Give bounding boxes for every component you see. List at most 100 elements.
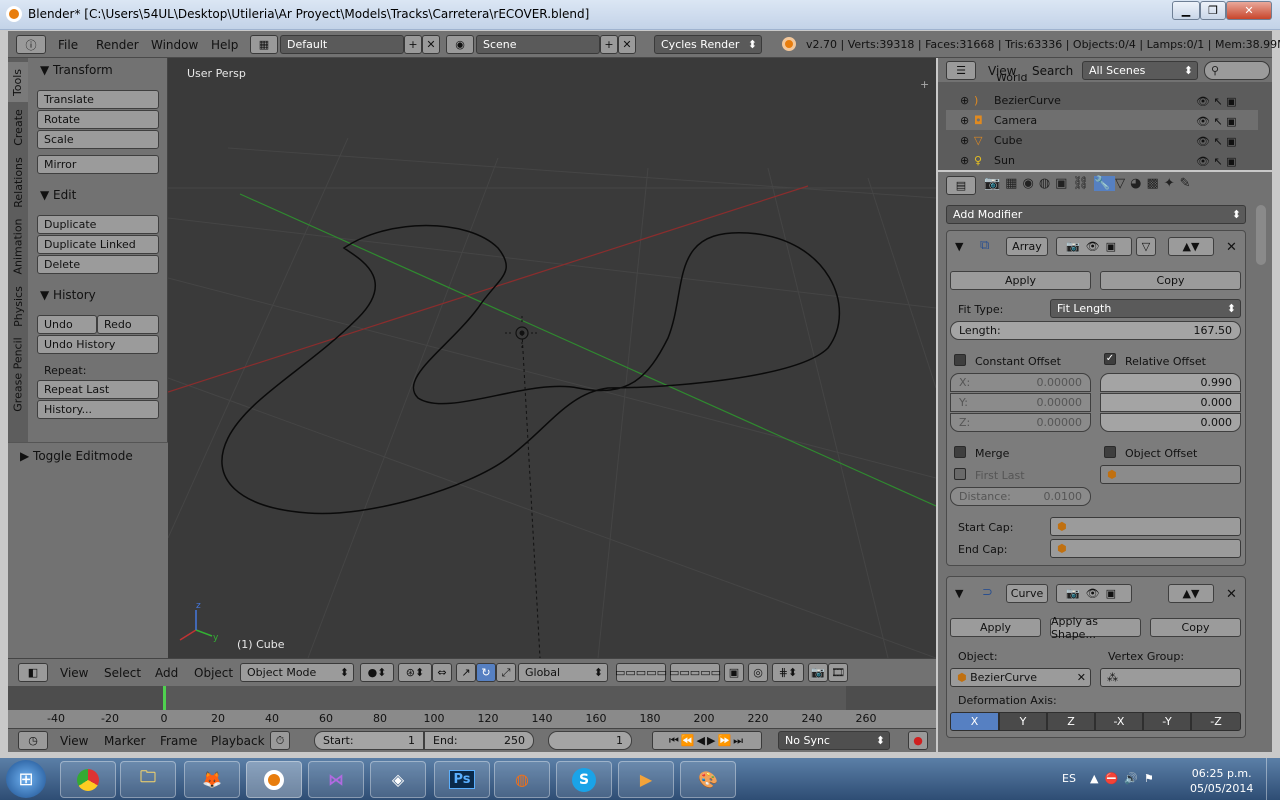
tray-icons[interactable]: ▲⛔🔊⚑ xyxy=(1090,772,1160,785)
sync-select[interactable]: No Sync ⬍ xyxy=(778,731,890,750)
redo-button[interactable]: Redo xyxy=(97,315,159,334)
properties-scrollbar[interactable] xyxy=(1256,205,1266,265)
menu-window[interactable]: Window xyxy=(151,38,198,52)
axis-neg-y-button[interactable]: -Y xyxy=(1143,712,1191,731)
blender-taskbar-icon[interactable] xyxy=(246,761,302,798)
mode-select[interactable]: Object Mode ⬍ xyxy=(240,663,354,682)
expand-icon[interactable]: ⊕ xyxy=(960,134,974,147)
axis-neg-x-button[interactable]: -X xyxy=(1095,712,1143,731)
menu-playback[interactable]: Playback xyxy=(211,734,265,748)
current-frame-cursor[interactable] xyxy=(163,686,166,710)
duplicate-button[interactable]: Duplicate xyxy=(37,215,159,234)
maximize-button[interactable]: ❐ xyxy=(1200,1,1226,20)
timeline[interactable]: -40 -20 0 20 40 60 80 100 120 140 160 180 200 220 240 2… xyxy=(8,686,936,728)
scale-button[interactable]: Scale xyxy=(37,130,159,149)
axis-neg-z-button[interactable]: -Z xyxy=(1191,712,1241,731)
menu-render[interactable]: Render xyxy=(96,38,139,52)
modifier-tab-wrench-icon[interactable]: 🔧 xyxy=(1093,176,1116,191)
3d-viewport[interactable]: z y User Persp (1) Cube + xyxy=(168,58,936,658)
outliner-row-world[interactable]: World xyxy=(946,74,1258,84)
array-move-updown[interactable]: ▲▼ xyxy=(1168,237,1214,256)
curve-name-field[interactable]: Curve xyxy=(1006,584,1048,603)
language-indicator[interactable]: ES xyxy=(1062,772,1076,785)
vertex-group-field[interactable]: ⁂ xyxy=(1100,668,1241,687)
curve-object-field[interactable]: ⬢ BezierCurve ✕ xyxy=(950,668,1091,687)
tab-relations[interactable]: Relations xyxy=(8,152,28,212)
first-last-checkbox[interactable] xyxy=(954,468,966,480)
array-name-field[interactable]: Array xyxy=(1006,237,1048,256)
snap-icon[interactable]: ⋕⬍ xyxy=(772,663,804,682)
merge-distance-field[interactable]: Distance: 0.0100 xyxy=(950,487,1091,506)
scene-icon[interactable]: ◉ xyxy=(446,35,474,54)
skype-icon[interactable]: S xyxy=(556,761,612,798)
outliner-restrict-columns[interactable]: 👁 ↖ ▣ 👁 ↖ ▣ 👁 ↖ ▣ 👁 ↖ ▣ xyxy=(1196,92,1256,168)
editor-type-icon[interactable]: ◷ xyxy=(18,731,48,750)
array-editmode-icon[interactable]: ▽ xyxy=(1136,237,1156,256)
panel-transform-header[interactable]: ▼ Transform xyxy=(28,58,168,82)
menu-select[interactable]: Select xyxy=(104,666,141,680)
relative-offset-checkbox[interactable]: ✓ xyxy=(1104,353,1116,365)
paint-icon[interactable]: 🎨 xyxy=(680,761,736,798)
axis-z-button[interactable]: Z xyxy=(1047,712,1095,731)
expand-icon[interactable]: ⊕ xyxy=(960,94,974,107)
length-field[interactable]: Length: 167.50 xyxy=(950,321,1241,340)
curve-apply-shape-button[interactable]: Apply as Shape... xyxy=(1050,615,1141,641)
menu-view[interactable]: View xyxy=(60,666,88,680)
render-icon[interactable]: 📷 xyxy=(808,663,828,682)
minimize-button[interactable]: ▁ xyxy=(1172,1,1200,20)
sun-lamp[interactable] xyxy=(505,316,539,350)
menu-marker[interactable]: Marker xyxy=(104,734,145,748)
offset-object-field[interactable]: ⬢ xyxy=(1100,465,1241,484)
relative-offset-x-field[interactable]: 0.990 xyxy=(1100,373,1241,392)
gimp-icon[interactable]: 🦊 xyxy=(184,761,240,798)
scene-add-icon[interactable]: + xyxy=(600,35,618,54)
collapse-triangle-icon[interactable]: ▼ xyxy=(955,240,963,253)
menu-file[interactable]: File xyxy=(58,38,78,52)
shading-select[interactable]: ●⬍ xyxy=(360,663,394,682)
tab-animation[interactable]: Animation xyxy=(8,214,28,278)
constant-offset-z-field[interactable]: Z: 0.00000 xyxy=(950,413,1091,432)
constant-offset-checkbox[interactable] xyxy=(954,354,966,366)
playback-controls[interactable]: ⏮⏪◀▶⏩⏭ xyxy=(652,731,762,750)
manipulator-icon[interactable]: ⇔ xyxy=(432,663,452,682)
panel-history-header[interactable]: ▼ History xyxy=(28,283,168,307)
layout-add-icon[interactable]: + xyxy=(404,35,422,54)
properties-context-tabs[interactable]: 📷▦◉◍▣⛓🔧▽◕▩✦✎ xyxy=(984,176,1224,195)
tab-tools[interactable]: Tools xyxy=(8,62,28,102)
expand-icon[interactable]: ⊕ xyxy=(960,114,974,127)
layout-field[interactable]: Default xyxy=(280,35,404,54)
expand-icon[interactable]: ⊕ xyxy=(960,154,974,167)
show-desktop-button[interactable] xyxy=(1266,758,1280,800)
toggle-editmode-header[interactable]: ▶ Toggle Editmode xyxy=(20,449,133,463)
lock-layers-icon[interactable]: ▣ xyxy=(724,663,744,682)
add-modifier-select[interactable]: Add Modifier ⬍ xyxy=(946,205,1246,224)
constant-offset-y-field[interactable]: Y: 0.00000 xyxy=(950,393,1091,412)
curve-copy-button[interactable]: Copy xyxy=(1150,618,1241,637)
rotate-button[interactable]: Rotate xyxy=(37,110,159,129)
orientation-select[interactable]: Global ⬍ xyxy=(518,663,608,682)
editor-type-icon[interactable]: ⓘ xyxy=(16,35,46,54)
bezier-curve[interactable] xyxy=(221,224,841,515)
media-player-icon[interactable]: ▶ xyxy=(618,761,674,798)
start-button-icon[interactable]: ⊞ xyxy=(6,760,46,798)
curve-visibility-toggles[interactable]: 📷👁▣ xyxy=(1056,584,1132,603)
panel-expand-icon[interactable]: + xyxy=(920,78,929,91)
merge-checkbox[interactable] xyxy=(954,446,966,458)
layout-remove-icon[interactable]: ✕ xyxy=(422,35,440,54)
editor-type-icon[interactable]: ▤ xyxy=(946,176,976,195)
array-visibility-toggles[interactable]: 📷👁▣ xyxy=(1056,237,1132,256)
curve-apply-button[interactable]: Apply xyxy=(950,618,1041,637)
menu-object[interactable]: Object xyxy=(194,666,233,680)
curve-move-updown[interactable]: ▲▼ xyxy=(1168,584,1214,603)
undo-button[interactable]: Undo xyxy=(37,315,97,334)
array-copy-button[interactable]: Copy xyxy=(1100,271,1241,290)
mirror-button[interactable]: Mirror xyxy=(37,155,159,174)
repeat-last-button[interactable]: Repeat Last xyxy=(37,380,159,399)
clear-icon[interactable]: ✕ xyxy=(1077,671,1086,684)
relative-offset-z-field[interactable]: 0.000 xyxy=(1100,413,1241,432)
array-apply-button[interactable]: Apply xyxy=(950,271,1091,290)
translate-button[interactable]: Translate xyxy=(37,90,159,109)
chrome-icon[interactable] xyxy=(60,761,116,798)
duplicate-linked-button[interactable]: Duplicate Linked xyxy=(37,235,159,254)
tab-create[interactable]: Create xyxy=(8,104,28,150)
